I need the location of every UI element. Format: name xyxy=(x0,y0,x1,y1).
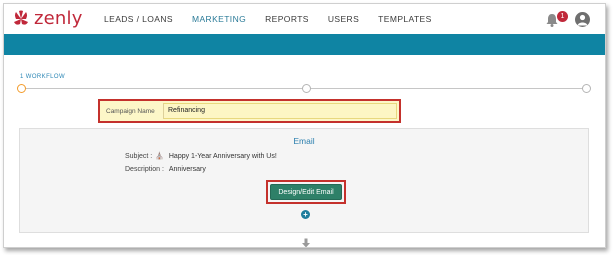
nav-item-reports[interactable]: REPORTS xyxy=(265,14,309,24)
nav-item-leads-loans[interactable]: LEADS / LOANS xyxy=(104,14,173,24)
section-banner xyxy=(4,34,605,55)
app-window: zenly LEADS / LOANS MARKETING REPORTS US… xyxy=(3,3,606,248)
workflow-step-3[interactable] xyxy=(582,84,591,93)
arrow-down-icon xyxy=(302,238,310,247)
gift-icon: ⛪ xyxy=(155,153,164,160)
notification-badge: 1 xyxy=(557,11,568,22)
campaign-name-field[interactable]: Campaign Name Refinancing xyxy=(98,99,401,123)
campaign-name-input[interactable]: Refinancing xyxy=(163,103,397,119)
nav-item-templates[interactable]: TEMPLATES xyxy=(378,14,432,24)
campaign-name-label: Campaign Name xyxy=(106,108,155,115)
main-nav: LEADS / LOANS MARKETING REPORTS USERS TE… xyxy=(104,4,451,34)
zenly-logo[interactable]: zenly xyxy=(12,8,83,30)
subject-label: Subject : xyxy=(125,153,153,160)
description-label: Description : xyxy=(125,166,164,173)
zenly-flower-icon xyxy=(14,10,28,25)
description-value: Anniversary xyxy=(168,166,206,173)
subject-value: Happy 1-Year Anniversary with Us! xyxy=(168,153,277,160)
email-card-title: Email xyxy=(293,136,315,146)
email-subject-row: Subject : ⛪ Happy 1-Year Anniversary wit… xyxy=(125,152,277,160)
nav-item-marketing[interactable]: MARKETING xyxy=(192,14,246,24)
design-edit-email-button[interactable]: Design/Edit Email xyxy=(270,184,342,200)
workflow-step-2[interactable] xyxy=(302,84,311,93)
user-avatar-icon[interactable] xyxy=(575,12,590,27)
brand-name: zenly xyxy=(34,8,83,29)
top-navigation-bar: zenly LEADS / LOANS MARKETING REPORTS US… xyxy=(4,4,605,34)
nav-item-users[interactable]: USERS xyxy=(328,14,359,24)
email-description-row: Description : Anniversary xyxy=(125,166,206,173)
workflow-label: 1 WORKFLOW xyxy=(20,74,66,80)
workflow-step-1[interactable] xyxy=(17,84,26,93)
plus-circle-icon[interactable]: + xyxy=(301,210,310,219)
design-email-highlight: Design/Edit Email xyxy=(266,180,346,204)
